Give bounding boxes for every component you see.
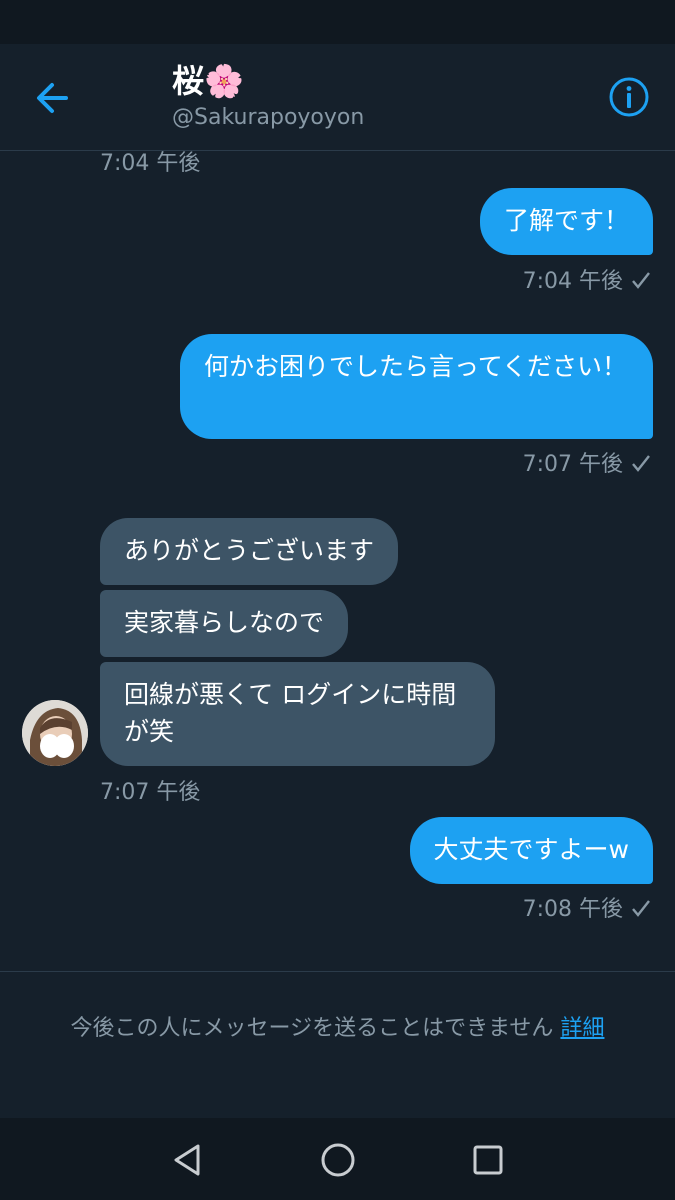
circle-home-icon[interactable] bbox=[318, 1140, 358, 1180]
received-message[interactable]: 回線が悪くて ログインに時間が笑 bbox=[100, 662, 495, 766]
divider bbox=[0, 971, 675, 972]
sent-message[interactable]: 大丈夫ですよーw bbox=[409, 817, 653, 884]
cannot-message-notice: 今後この人にメッセージを送ることはできません 詳細 bbox=[22, 1012, 653, 1046]
check-icon bbox=[632, 272, 650, 289]
conversation-header: 桜🌸 @Sakurapoyoyon bbox=[0, 44, 675, 151]
sent-message[interactable]: 何かお困りでしたら言ってください！ bbox=[180, 334, 653, 439]
timestamp: 7:07 午後 bbox=[100, 780, 201, 805]
timestamp: 7:04 午後 bbox=[100, 151, 201, 176]
notice-text: 今後この人にメッセージを送ることはできません bbox=[70, 1016, 554, 1041]
avatar[interactable] bbox=[22, 700, 88, 766]
square-recents-icon[interactable] bbox=[468, 1140, 508, 1180]
status-bar bbox=[0, 0, 675, 44]
details-link[interactable]: 詳細 bbox=[560, 1016, 604, 1041]
timestamp-text: 7:04 午後 bbox=[522, 269, 623, 294]
timestamp-text: 7:07 午後 bbox=[522, 452, 623, 477]
received-message[interactable]: 実家暮らしなので bbox=[100, 590, 349, 657]
message-timestamp: 7:04 午後 bbox=[523, 268, 653, 296]
check-icon bbox=[632, 900, 650, 917]
conversation-title[interactable]: 桜🌸 bbox=[172, 62, 244, 100]
avatar-image bbox=[22, 700, 88, 766]
message-timestamp: 7:07 午後 bbox=[523, 451, 653, 479]
message-timestamp: 7:08 午後 bbox=[523, 896, 653, 924]
info-icon[interactable] bbox=[608, 76, 650, 118]
back-arrow-icon[interactable] bbox=[30, 78, 76, 118]
system-nav-bar bbox=[0, 1118, 675, 1200]
triangle-back-icon[interactable] bbox=[168, 1140, 208, 1180]
sent-message[interactable]: 了解です！ bbox=[479, 188, 653, 255]
received-message[interactable]: ありがとうございます bbox=[100, 518, 399, 585]
timestamp-text: 7:08 午後 bbox=[522, 897, 623, 922]
check-icon bbox=[632, 455, 650, 472]
conversation-handle[interactable]: @Sakurapoyoyon bbox=[172, 104, 364, 132]
